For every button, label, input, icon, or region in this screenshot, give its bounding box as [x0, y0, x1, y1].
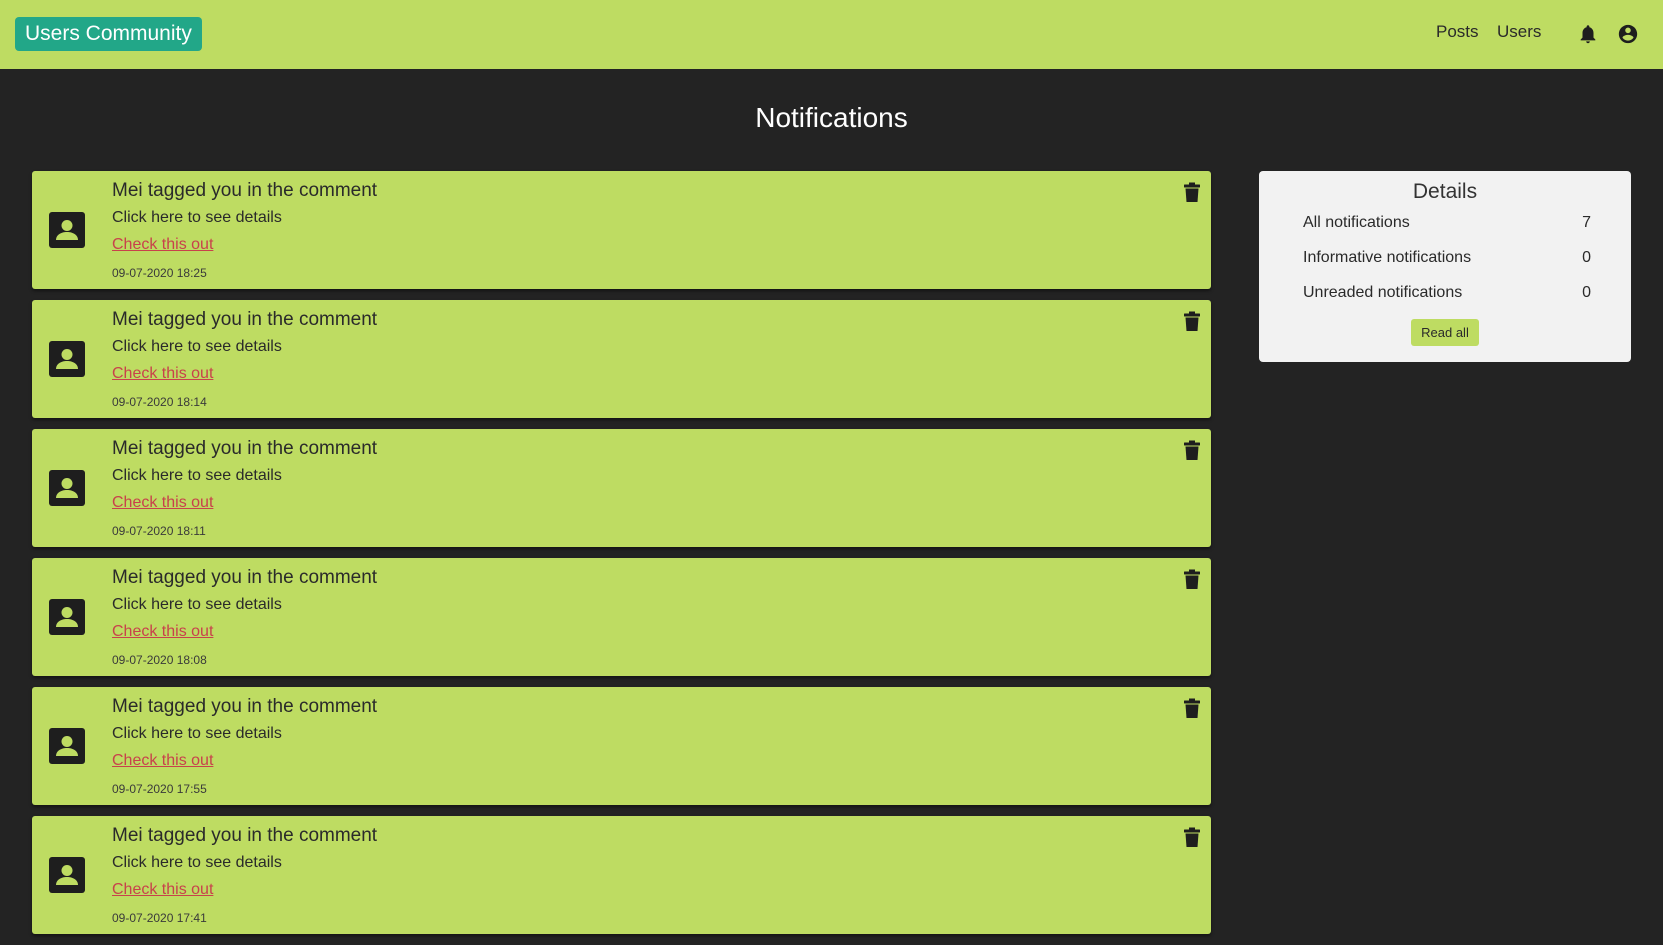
page-title: Notifications	[755, 102, 908, 133]
notification-card[interactable]: Mei tagged you in the comment Click here…	[32, 687, 1211, 805]
details-row-all: All notifications 7	[1303, 214, 1591, 236]
notification-subtitle: Click here to see details	[112, 854, 282, 871]
notification-timestamp: 09-07-2020 17:55	[112, 782, 207, 796]
details-title: Details	[1412, 180, 1478, 203]
top-navbar: Users Community Posts Users	[0, 0, 1663, 69]
notification-card[interactable]: Mei tagged you in the comment Click here…	[32, 171, 1211, 289]
notification-subtitle: Click here to see details	[112, 209, 282, 226]
account-circle-icon[interactable]	[1617, 23, 1639, 45]
user-avatar-icon	[49, 599, 85, 635]
notification-timestamp: 09-07-2020 17:41	[112, 911, 207, 925]
nav-link-users[interactable]: Users	[1497, 22, 1541, 42]
notification-card[interactable]: Mei tagged you in the comment Click here…	[32, 816, 1211, 934]
user-avatar-icon	[49, 857, 85, 893]
details-label: Unreaded notifications	[1303, 284, 1463, 301]
notification-link[interactable]: Check this out	[112, 236, 213, 254]
user-avatar-icon	[49, 212, 85, 248]
notification-card[interactable]: Mei tagged you in the comment Click here…	[32, 429, 1211, 547]
notification-title: Mei tagged you in the comment	[112, 309, 378, 330]
nav-link-posts[interactable]: Posts	[1436, 22, 1479, 42]
user-avatar-icon	[49, 341, 85, 377]
trash-icon[interactable]	[1183, 440, 1201, 461]
notification-card[interactable]: Mei tagged you in the comment Click here…	[32, 558, 1211, 676]
trash-icon[interactable]	[1183, 311, 1201, 332]
notification-link[interactable]: Check this out	[112, 494, 213, 512]
notification-title: Mei tagged you in the comment	[112, 825, 378, 846]
user-avatar-icon	[49, 728, 85, 764]
details-row-informative: Informative notifications 0	[1303, 249, 1591, 271]
details-count: 0	[1582, 249, 1591, 266]
bell-icon[interactable]	[1577, 23, 1599, 45]
notification-link[interactable]: Check this out	[112, 623, 213, 641]
trash-icon[interactable]	[1183, 827, 1201, 848]
notification-card[interactable]: Mei tagged you in the comment Click here…	[32, 300, 1211, 418]
details-count: 0	[1582, 284, 1591, 301]
notification-subtitle: Click here to see details	[112, 467, 282, 484]
notification-link[interactable]: Check this out	[112, 881, 213, 899]
notification-subtitle: Click here to see details	[112, 725, 282, 742]
details-count: 7	[1582, 214, 1591, 231]
trash-icon[interactable]	[1183, 698, 1201, 719]
notification-subtitle: Click here to see details	[112, 338, 282, 355]
details-label: Informative notifications	[1303, 249, 1472, 266]
notification-title: Mei tagged you in the comment	[112, 567, 378, 588]
notification-timestamp: 09-07-2020 18:25	[112, 266, 207, 280]
user-avatar-icon	[49, 470, 85, 506]
read-all-button[interactable]: Read all	[1411, 319, 1479, 346]
trash-icon[interactable]	[1183, 182, 1201, 203]
details-label: All notifications	[1303, 214, 1410, 231]
notification-subtitle: Click here to see details	[112, 596, 282, 613]
notification-link[interactable]: Check this out	[112, 752, 213, 770]
notification-list: Mei tagged you in the comment Click here…	[32, 171, 1211, 945]
trash-icon[interactable]	[1183, 569, 1201, 590]
notification-title: Mei tagged you in the comment	[112, 696, 378, 717]
notification-link[interactable]: Check this out	[112, 365, 213, 383]
details-panel: Details All notifications 7 Informative …	[1259, 171, 1631, 362]
notification-title: Mei tagged you in the comment	[112, 438, 378, 459]
notification-timestamp: 09-07-2020 18:11	[112, 524, 206, 538]
notification-timestamp: 09-07-2020 18:08	[112, 653, 207, 667]
brand-logo-button[interactable]: Users Community	[15, 17, 202, 51]
notification-title: Mei tagged you in the comment	[112, 180, 378, 201]
details-row-unread: Unreaded notifications 0	[1303, 284, 1591, 306]
notification-timestamp: 09-07-2020 18:14	[112, 395, 207, 409]
